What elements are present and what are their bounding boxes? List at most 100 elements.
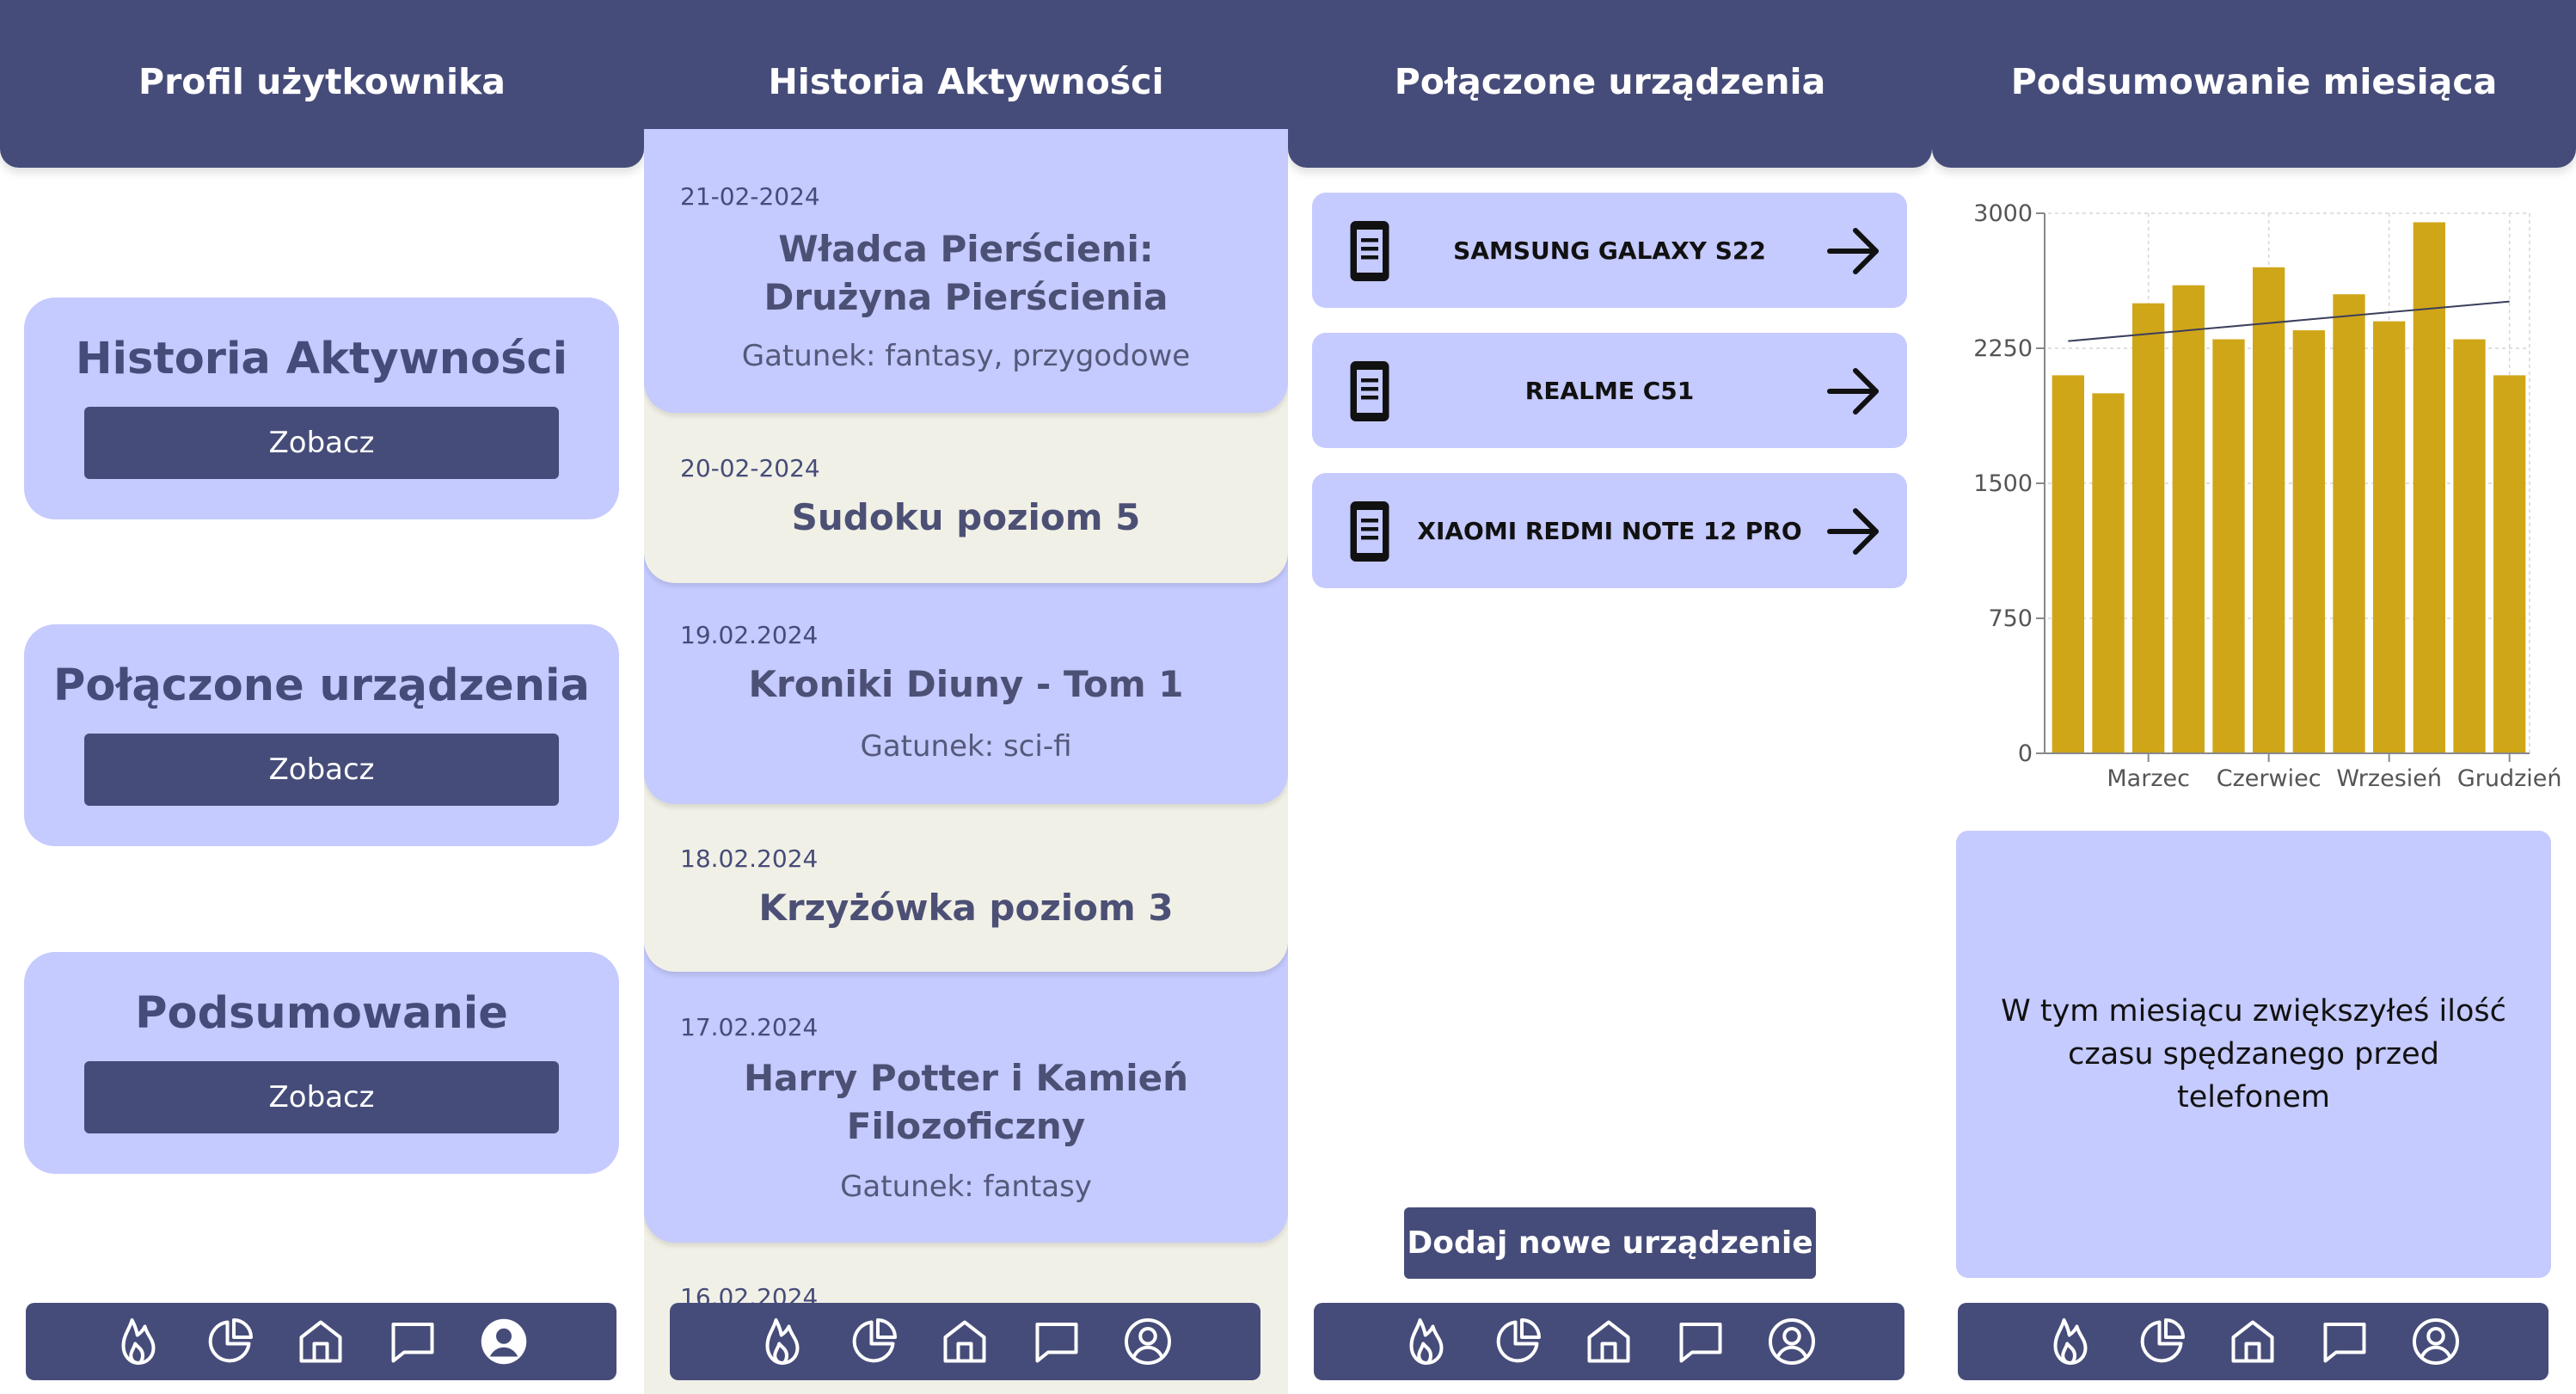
device-name: XIAOMI REDMI NOTE 12 PRO (1417, 516, 1802, 545)
summary-card: Podsumowanie Zobacz (24, 952, 619, 1174)
x-tick-label: Marzec (2107, 765, 2190, 792)
flame-icon (765, 1318, 800, 1365)
activity-date: 17.02.2024 (680, 1013, 819, 1041)
pie-chart-icon (209, 1318, 254, 1363)
nav-home-button[interactable] (291, 1311, 351, 1372)
nav-profile-button[interactable] (1762, 1311, 1822, 1372)
list-item[interactable]: 21-02-2024 Władca Pierścieni: Drużyna Pi… (644, 129, 1288, 413)
bottom-nav (1958, 1303, 2548, 1380)
summary-screen: Podsumowanie miesiąca 0 750 1500 2250 3000 Ma… (1932, 0, 2576, 1394)
y-tick-label: 3000 (1973, 200, 2033, 227)
flame-icon (121, 1318, 156, 1365)
add-device-button[interactable]: Dodaj nowe urządzenie (1404, 1207, 1816, 1279)
nav-profile-button[interactable] (2406, 1311, 2466, 1372)
home-icon (943, 1320, 986, 1363)
view-activity-history-button[interactable]: Zobacz (84, 407, 559, 479)
phone-icon (1350, 501, 1389, 562)
profile-header: Profil użytkownika (0, 0, 644, 168)
user-icon (2412, 1318, 2459, 1365)
y-tick-label: 2250 (1973, 335, 2033, 362)
y-tick-label: 0 (2018, 740, 2033, 767)
nav-profile-button[interactable] (474, 1311, 534, 1372)
nav-home-button[interactable] (1579, 1311, 1639, 1372)
bar (2413, 222, 2445, 753)
bar (2092, 393, 2125, 753)
activity-title: Władca Pierścieni: Drużyna Pierścienia (764, 228, 1168, 318)
page-title: Podsumowanie miesiąca (2010, 60, 2498, 102)
x-tick-label: Grudzień (2457, 765, 2562, 792)
nav-chat-button[interactable] (383, 1311, 443, 1372)
bar (2373, 321, 2406, 753)
nav-chat-button[interactable] (1671, 1311, 1731, 1372)
profile-screen: Profil użytkownika Historia Aktywności Z… (0, 0, 644, 1394)
card-title: Połączone urządzenia (53, 660, 590, 711)
bar (2333, 294, 2365, 753)
page-title: Historia Aktywności (768, 60, 1164, 102)
device-name: REALME C51 (1524, 376, 1695, 405)
app-canvas: Profil użytkownika Historia Aktywności Z… (0, 0, 2576, 1394)
summary-message-box: W tym miesiącu zwiększyłeś ilość czasu s… (1956, 831, 2551, 1278)
activity-genre: Gatunek: fantasy (840, 1170, 1092, 1204)
bar (2292, 330, 2325, 753)
nav-flame-button[interactable] (1396, 1311, 1457, 1372)
page-title: Profil użytkownika (138, 60, 506, 102)
arrow-right-icon (1827, 368, 1879, 415)
pie-chart-icon (2141, 1318, 2186, 1363)
nav-flame-button[interactable] (752, 1311, 813, 1372)
activity-title: Kroniki Diuny - Tom 1 (748, 663, 1184, 705)
home-icon (1587, 1320, 1630, 1363)
nav-home-button[interactable] (935, 1311, 995, 1372)
device-item[interactable]: SAMSUNG GALAXY S22 (1312, 193, 1907, 308)
y-tick-label: 750 (1988, 605, 2033, 632)
view-connected-devices-button[interactable]: Zobacz (84, 734, 559, 806)
user-icon (1124, 1318, 1171, 1365)
nav-stats-button[interactable] (199, 1311, 260, 1372)
bar (2453, 339, 2486, 753)
nav-flame-button[interactable] (108, 1311, 169, 1372)
bottom-nav (670, 1303, 1260, 1380)
nav-stats-button[interactable] (843, 1311, 904, 1372)
bar (2253, 267, 2285, 753)
nav-stats-button[interactable] (2131, 1311, 2192, 1372)
activity-date: 21-02-2024 (680, 182, 820, 211)
phone-icon (1350, 361, 1389, 421)
card-title: Historia Aktywności (75, 334, 568, 384)
connected-devices-card: Połączone urządzenia Zobacz (24, 624, 619, 846)
chat-icon (2323, 1323, 2366, 1363)
device-item[interactable]: XIAOMI REDMI NOTE 12 PRO (1312, 473, 1907, 588)
home-icon (2231, 1320, 2274, 1363)
chat-icon (1035, 1323, 1078, 1363)
bar (2052, 375, 2084, 753)
activity-date: 20-02-2024 (680, 454, 820, 482)
devices-header: Połączone urządzenia (1288, 0, 1932, 168)
arrow-right-icon (1827, 228, 1879, 274)
activity-genre: Gatunek: sci-fi (860, 729, 1072, 764)
monthly-usage-chart: 0 750 1500 2250 3000 Marzec Czerwiec Wrzesień Gr… (1973, 200, 2562, 792)
summary-message: W tym miesiącu zwiększyłeś ilość czasu s… (2001, 994, 2506, 1115)
pie-chart-icon (853, 1318, 898, 1363)
bar (2132, 303, 2165, 754)
nav-flame-button[interactable] (2040, 1311, 2101, 1372)
x-tick-label: Czerwiec (2217, 765, 2321, 792)
card-title: Podsumowanie (135, 988, 508, 1039)
nav-chat-button[interactable] (1027, 1311, 1087, 1372)
y-tick-label: 1500 (1973, 470, 2033, 497)
bar (2212, 339, 2245, 753)
nav-chat-button[interactable] (2315, 1311, 2375, 1372)
activity-genre: Gatunek: fantasy, przygodowe (741, 339, 1191, 373)
device-item[interactable]: REALME C51 (1312, 333, 1907, 448)
activity-title: Krzyżówka poziom 3 (758, 887, 1174, 929)
bar (2493, 375, 2526, 753)
flame-icon (1409, 1318, 1444, 1365)
devices-screen: Połączone urządzenia SAMSUNG GALAXY S22 … (1288, 0, 1932, 1394)
nav-home-button[interactable] (2223, 1311, 2283, 1372)
chat-icon (391, 1323, 434, 1363)
nav-profile-button[interactable] (1118, 1311, 1178, 1372)
activity-date: 18.02.2024 (680, 844, 819, 873)
view-summary-button[interactable]: Zobacz (84, 1061, 559, 1133)
user-icon (481, 1318, 527, 1365)
activity-date: 19.02.2024 (680, 621, 819, 649)
summary-header: Podsumowanie miesiąca (1932, 0, 2576, 168)
activity-title: Sudoku poziom 5 (791, 496, 1141, 538)
nav-stats-button[interactable] (1487, 1311, 1548, 1372)
